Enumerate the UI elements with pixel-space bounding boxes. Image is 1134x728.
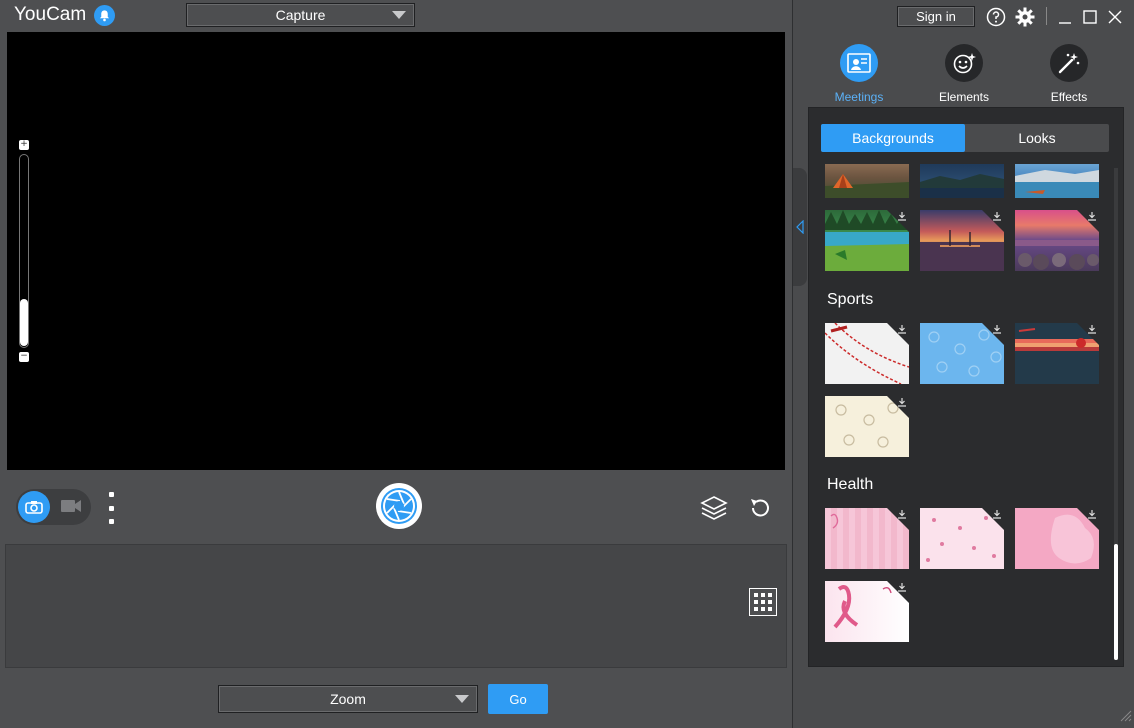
background-thumbnail[interactable] [920,508,1004,569]
maximize-icon[interactable] [1082,9,1098,29]
download-icon[interactable] [992,324,1002,334]
download-icon[interactable] [897,397,907,407]
more-options-icon[interactable] [107,492,115,524]
background-thumbnail[interactable] [1015,164,1099,198]
download-icon[interactable] [897,582,907,592]
capture-mode-value: Capture [275,7,326,23]
tab-effects-label: Effects [1050,90,1088,104]
shutter-aperture-icon [381,488,417,524]
media-gallery [5,544,787,668]
background-thumbnail[interactable] [920,210,1004,271]
rotate-icon[interactable] [748,496,772,524]
tab-meetings-label: Meetings [834,90,884,104]
section-title-health: Health [827,476,874,493]
download-icon[interactable] [1087,211,1097,221]
panel-scrollbar[interactable] [1114,168,1118,660]
effects-icon [1050,44,1088,82]
meetings-icon [840,44,878,82]
elements-icon [945,44,983,82]
background-thumbnail[interactable] [1015,210,1099,271]
download-icon[interactable] [897,324,907,334]
video-mode-icon[interactable] [60,498,82,518]
tab-elements[interactable]: Elements [922,44,1006,104]
background-thumbnail[interactable] [825,508,909,569]
chevron-left-icon [796,220,804,234]
minimize-icon[interactable] [1057,9,1073,29]
zoom-out-icon[interactable]: − [19,352,29,362]
collapse-panel-tab[interactable] [793,168,807,286]
tab-meetings[interactable]: Meetings [817,44,901,104]
meeting-app-value: Zoom [330,691,366,707]
close-icon[interactable] [1107,9,1123,29]
resize-grip-icon[interactable] [1118,707,1132,726]
tab-elements-label: Elements [938,90,990,104]
shutter-button[interactable] [376,483,422,529]
download-icon[interactable] [992,211,1002,221]
layers-icon[interactable] [700,495,728,525]
camera-area: YouCam Capture + − Zoom Go [0,0,792,728]
zoom-in-icon[interactable]: + [19,140,29,150]
meeting-app-dropdown[interactable]: Zoom [218,685,478,713]
capture-mode-dropdown[interactable]: Capture [186,3,415,27]
background-thumbnail[interactable] [1015,508,1099,569]
tab-backgrounds[interactable]: Backgrounds [821,124,965,152]
background-looks-switch: Backgrounds Looks [821,124,1109,152]
notification-bell-icon[interactable] [94,5,115,26]
background-thumbnail[interactable] [920,323,1004,384]
download-icon[interactable] [897,211,907,221]
sign-in-button[interactable]: Sign in [897,6,975,27]
background-thumbnail[interactable] [825,396,909,457]
tab-effects[interactable]: Effects [1027,44,1111,104]
backgrounds-panel: Backgrounds Looks Sports Health [808,107,1124,667]
background-thumbnail[interactable] [1015,323,1099,384]
background-thumbnail[interactable] [825,210,909,271]
side-panel: Sign in Meetings Elements Effects Backgr… [792,0,1134,728]
chevron-down-icon [455,695,469,703]
download-icon[interactable] [992,509,1002,519]
photo-video-toggle[interactable] [16,489,91,525]
grid-view-icon[interactable] [749,588,777,616]
download-icon[interactable] [1087,509,1097,519]
zoom-level-fill[interactable] [20,299,28,346]
title-separator [1046,7,1047,25]
camera-preview [7,32,785,470]
chevron-down-icon [392,11,406,19]
download-icon[interactable] [1087,324,1097,334]
tab-looks[interactable]: Looks [965,124,1109,152]
app-title: YouCam [14,4,87,25]
background-thumbnail[interactable] [825,323,909,384]
help-icon[interactable] [986,7,1006,31]
settings-gear-icon[interactable] [1015,7,1035,31]
section-title-sports: Sports [827,291,874,308]
camera-mode-icon[interactable] [18,491,50,523]
go-button[interactable]: Go [488,684,548,714]
scrollbar-thumb[interactable] [1114,544,1118,660]
background-thumbnail[interactable] [825,581,909,642]
background-thumbnail[interactable] [920,164,1004,198]
background-thumbnail[interactable] [825,164,909,198]
download-icon[interactable] [897,509,907,519]
zoom-slider[interactable]: + − [18,138,30,364]
